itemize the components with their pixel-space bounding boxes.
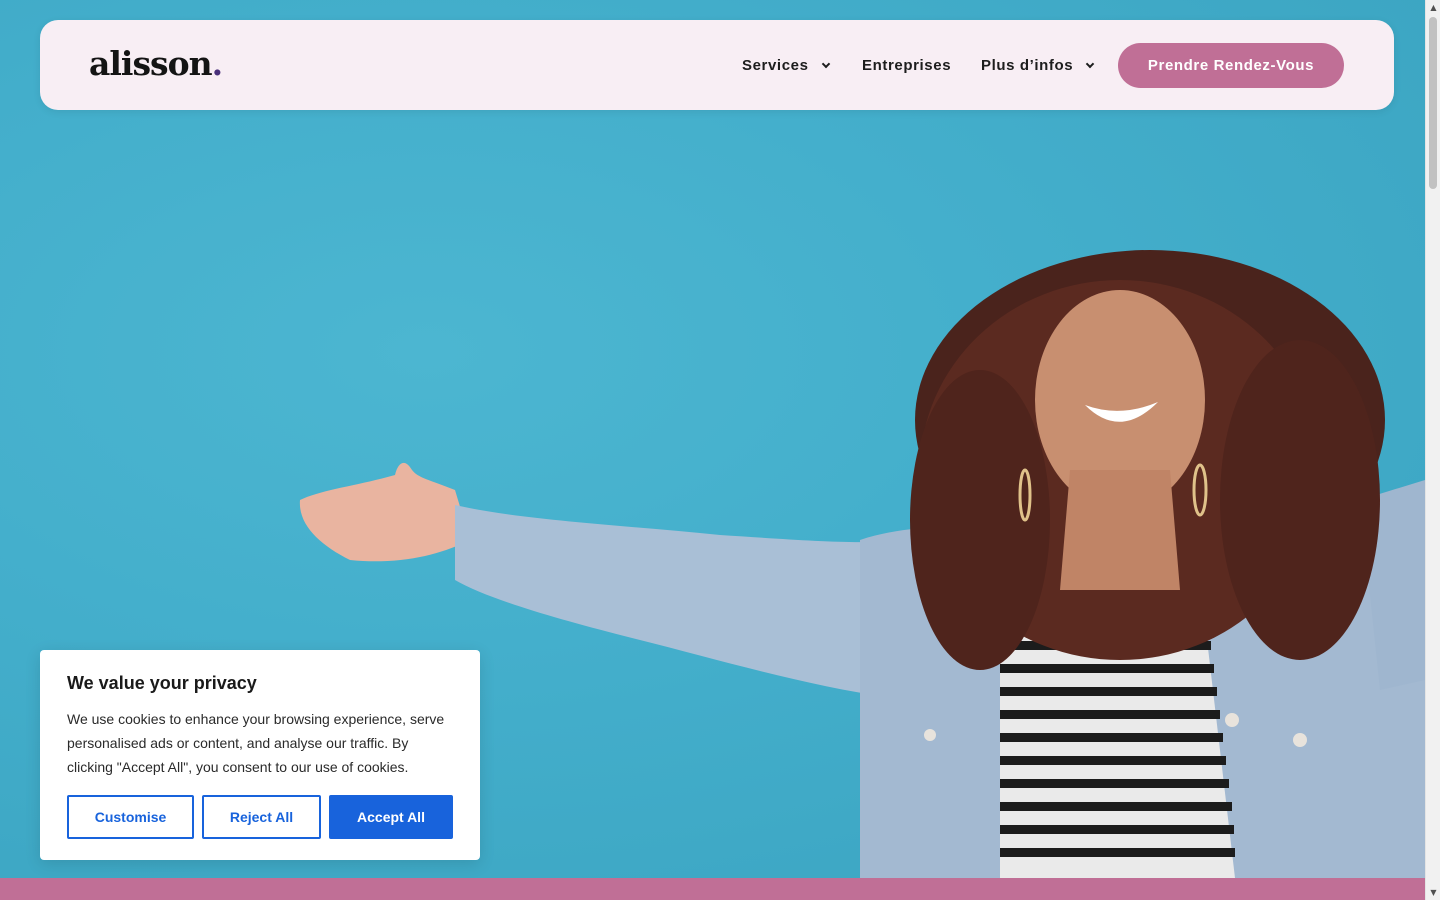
- logo-dot: .: [211, 44, 223, 83]
- nav-entreprises-label: Entreprises: [862, 57, 952, 74]
- alisson-logo[interactable]: alisson.: [89, 44, 223, 83]
- nav-plus-infos[interactable]: Plus d’infos: [981, 57, 1095, 74]
- page-scrollbar[interactable]: ▲ ▼: [1425, 0, 1440, 900]
- book-appointment-button[interactable]: Prendre Rendez-Vous: [1118, 43, 1344, 88]
- site-header: alisson. Services Entreprises Plus d’inf…: [40, 20, 1394, 110]
- bottom-pink-band: [0, 878, 1425, 900]
- nav-entreprises[interactable]: Entreprises: [862, 57, 951, 74]
- scrollbar-thumb[interactable]: [1429, 17, 1437, 189]
- cookie-title: We value your privacy: [67, 673, 257, 693]
- cookie-consent-banner: We value your privacy We use cookies to …: [40, 650, 480, 860]
- cookie-description: We use cookies to enhance your browsing …: [67, 711, 445, 775]
- scroll-up-arrow-icon[interactable]: ▲: [1426, 0, 1440, 15]
- scroll-down-arrow-icon[interactable]: ▼: [1426, 885, 1440, 900]
- chevron-down-icon: [821, 59, 830, 68]
- nav-plus-infos-label: Plus d’infos: [981, 57, 1074, 74]
- chevron-down-icon: [1085, 59, 1095, 68]
- accept-all-button[interactable]: Accept All: [329, 795, 453, 839]
- reject-all-button[interactable]: Reject All: [202, 795, 321, 839]
- customise-button[interactable]: Customise: [67, 795, 194, 839]
- logo-text: alisson: [89, 44, 213, 83]
- nav-services-label: Services: [742, 57, 809, 74]
- nav-services[interactable]: Services: [742, 57, 830, 74]
